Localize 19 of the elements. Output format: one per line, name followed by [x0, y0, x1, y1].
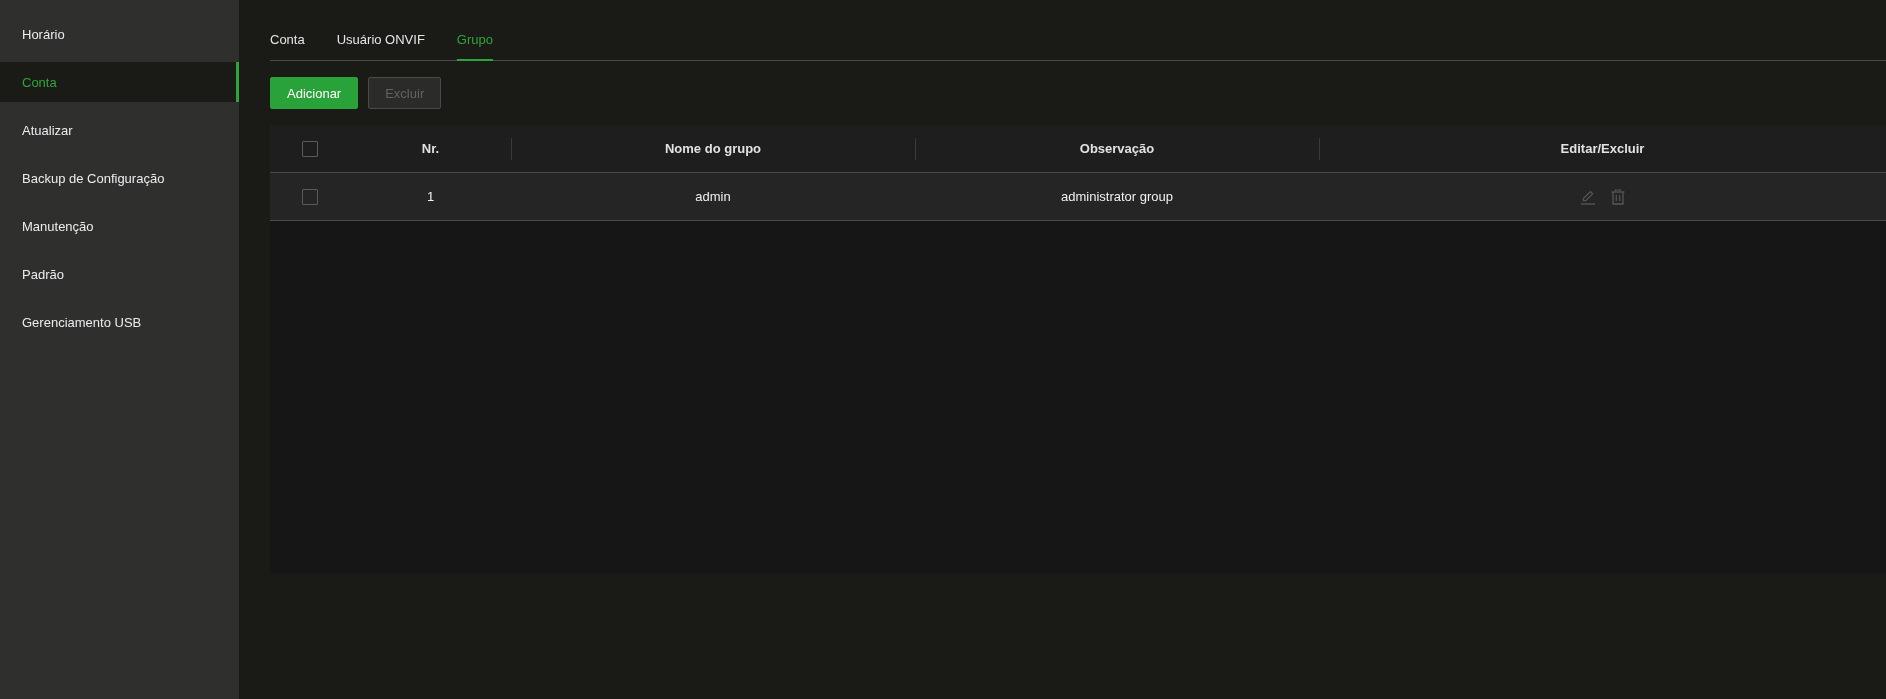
sidebar-item[interactable]: Atualizar — [0, 110, 239, 150]
sidebar-item[interactable]: Gerenciamento USB — [0, 302, 239, 342]
table-cell: admin — [695, 189, 731, 204]
table-cell: administrator group — [1061, 189, 1173, 204]
column-header: Observação — [1079, 141, 1155, 156]
sidebar-item[interactable]: Padrão — [0, 254, 239, 294]
tab[interactable]: Conta — [270, 0, 305, 61]
table-cell: 1 — [426, 189, 435, 204]
sidebar-item[interactable]: Backup de Configuração — [0, 158, 239, 198]
sidebar-item[interactable]: Conta — [0, 62, 239, 102]
column-header: Nome do grupo — [664, 141, 761, 156]
tab[interactable]: Usuário ONVIF — [336, 0, 425, 61]
column-header: Nr. — [421, 141, 440, 156]
sidebar-item[interactable]: Horário — [0, 14, 239, 54]
checkbox[interactable] — [302, 140, 318, 157]
tab[interactable]: Grupo — [456, 0, 493, 61]
sidebar-item[interactable]: Manutenção — [0, 206, 239, 246]
column-header: Editar/Excluir — [1560, 141, 1645, 156]
checkbox[interactable] — [302, 188, 318, 205]
